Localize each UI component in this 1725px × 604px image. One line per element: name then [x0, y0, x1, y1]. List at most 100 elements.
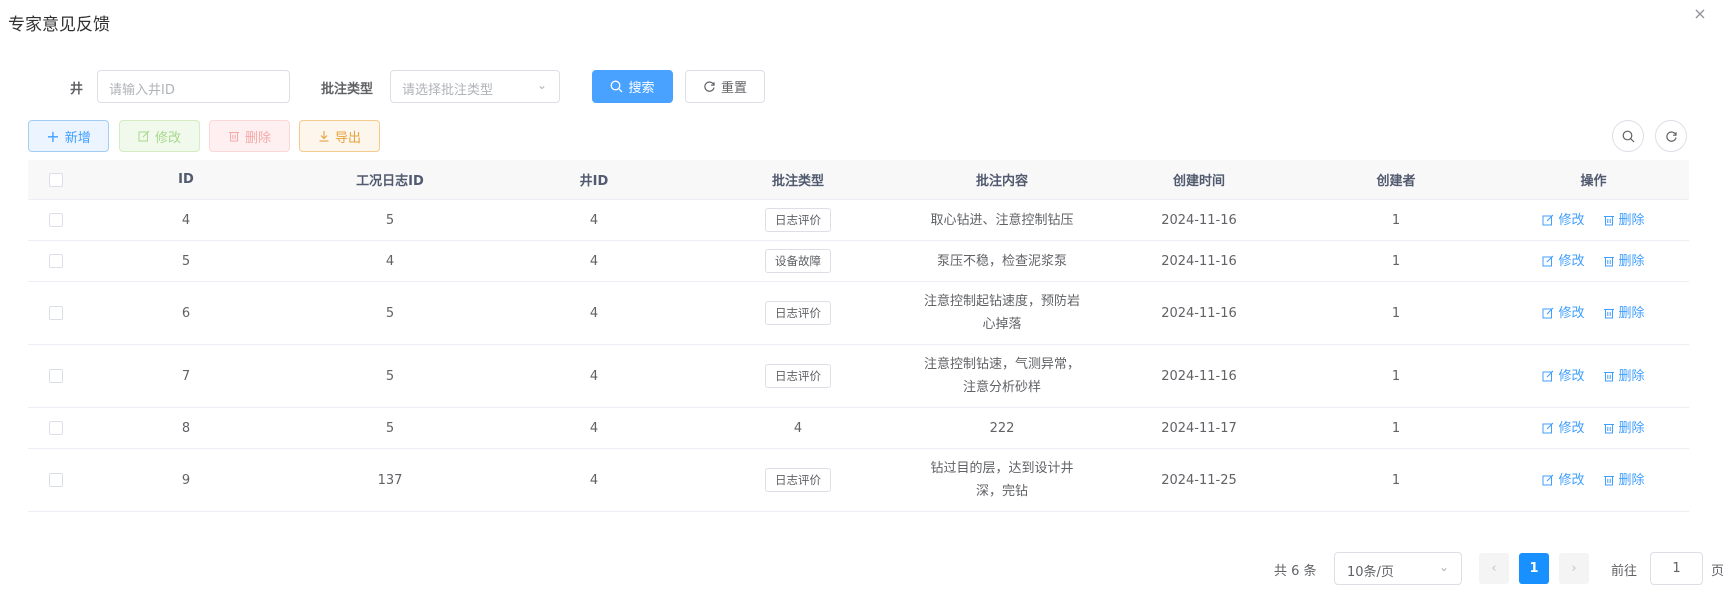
search-icon	[611, 80, 623, 93]
cell-well-id: 4	[589, 212, 599, 228]
type-tag: 日志评价	[765, 301, 831, 325]
cell-log-id: 5	[385, 212, 395, 228]
row-delete-link[interactable]: 删除	[1603, 302, 1645, 325]
header-type: 批注类型	[771, 174, 824, 189]
table-header: ID 工况日志ID 井ID 批注类型 批注内容 创建时间 创建者 操作	[28, 160, 1689, 200]
row-delete-label: 删除	[1618, 305, 1645, 321]
cell-log-id: 5	[385, 305, 395, 321]
cell-creator: 1	[1391, 253, 1401, 269]
annotation-type-placeholder: 请选择批注类型	[402, 83, 494, 98]
cell-content: 取心钻进、注意控制钻压	[930, 212, 1074, 228]
row-checkbox[interactable]	[49, 369, 63, 383]
export-button-label: 导出	[334, 130, 361, 146]
select-all-cell	[28, 172, 84, 187]
cell-log-id: 5	[385, 368, 395, 384]
trash-icon	[1603, 372, 1614, 382]
edit-icon	[138, 130, 150, 142]
add-button-label: 新增	[64, 130, 91, 146]
search-icon	[1622, 130, 1634, 142]
trash-icon	[1603, 309, 1614, 319]
goto-page-input[interactable]: 1	[1650, 552, 1703, 585]
row-delete-link[interactable]: 删除	[1603, 469, 1645, 492]
row-delete-label: 删除	[1618, 420, 1645, 436]
row-delete-link[interactable]: 删除	[1603, 209, 1645, 232]
cell-created: 2024-11-16	[1161, 305, 1237, 321]
cell-content: 222	[989, 420, 1015, 436]
cell-well-id: 4	[589, 368, 599, 384]
cell-log-id: 4	[385, 253, 395, 269]
cell-id: 4	[181, 212, 191, 228]
dialog-title: 专家意见反馈	[8, 15, 110, 35]
cell-content: 注意控制钻速，气测异常，注意分析砂样	[924, 357, 1081, 395]
row-delete-link[interactable]: 删除	[1603, 250, 1645, 273]
prev-page-button[interactable]: ‹	[1479, 553, 1509, 584]
row-edit-label: 修改	[1558, 212, 1585, 228]
type-tag: 日志评价	[765, 468, 831, 492]
type-tag: 设备故障	[765, 249, 831, 273]
row-edit-link[interactable]: 修改	[1542, 417, 1585, 440]
row-edit-link[interactable]: 修改	[1542, 250, 1585, 273]
next-page-button[interactable]: ›	[1559, 553, 1589, 584]
search-button-label: 搜索	[628, 81, 655, 96]
cell-well-id: 4	[589, 305, 599, 321]
delete-button-label: 删除	[244, 130, 271, 146]
well-id-input[interactable]: 请输入井ID	[97, 70, 290, 103]
cell-creator: 1	[1391, 420, 1401, 436]
page-number-current[interactable]: 1	[1519, 553, 1549, 584]
row-edit-link[interactable]: 修改	[1542, 469, 1585, 492]
header-creator: 创建者	[1376, 174, 1416, 189]
table-row: 9 137 4 日志评价 钻过目的层，达到设计井深，完钻 2024-11-25 …	[28, 449, 1689, 512]
cell-content: 钻过目的层，达到设计井深，完钻	[930, 461, 1074, 499]
cell-id: 6	[181, 305, 191, 321]
cell-creator: 1	[1391, 305, 1401, 321]
row-delete-label: 删除	[1618, 212, 1645, 228]
feedback-table: ID 工况日志ID 井ID 批注类型 批注内容 创建时间 创建者 操作 4 5 …	[28, 160, 1689, 512]
cell-well-id: 4	[589, 472, 599, 488]
export-button[interactable]: 导出	[299, 120, 380, 152]
annotation-type-select[interactable]: 请选择批注类型 ⌄	[390, 70, 560, 103]
cell-type: 4	[793, 420, 803, 436]
edit-icon	[1542, 214, 1554, 226]
cell-created: 2024-11-16	[1161, 212, 1237, 228]
chevron-left-icon: ‹	[1491, 561, 1497, 576]
row-checkbox[interactable]	[49, 306, 63, 320]
search-button[interactable]: 搜索	[592, 70, 673, 103]
row-checkbox[interactable]	[49, 254, 63, 268]
cell-creator: 1	[1391, 212, 1401, 228]
row-edit-link[interactable]: 修改	[1542, 302, 1585, 325]
pagination-total: 共 6 条	[1274, 564, 1317, 579]
type-tag: 日志评价	[765, 364, 831, 388]
cell-created: 2024-11-17	[1161, 420, 1237, 436]
page-unit-label: 页	[1711, 564, 1725, 579]
delete-button[interactable]: 删除	[209, 120, 290, 152]
reset-button[interactable]: 重置	[685, 70, 765, 103]
toggle-search-button[interactable]	[1612, 120, 1644, 152]
trash-icon	[1603, 424, 1614, 434]
row-edit-link[interactable]: 修改	[1542, 209, 1585, 232]
row-delete-link[interactable]: 删除	[1603, 365, 1645, 388]
edit-button[interactable]: 修改	[119, 120, 200, 152]
refresh-table-button[interactable]	[1655, 120, 1687, 152]
edit-icon	[1542, 370, 1554, 382]
table-row: 5 4 4 设备故障 泵压不稳，检查泥浆泵 2024-11-16 1 修改 删除	[28, 241, 1689, 282]
row-edit-link[interactable]: 修改	[1542, 365, 1585, 388]
close-icon[interactable]: ×	[1692, 6, 1708, 22]
row-delete-label: 删除	[1618, 368, 1645, 384]
cell-creator: 1	[1391, 368, 1401, 384]
cell-well-id: 4	[589, 253, 599, 269]
row-edit-label: 修改	[1558, 420, 1585, 436]
row-delete-link[interactable]: 删除	[1603, 417, 1645, 440]
row-checkbox[interactable]	[49, 421, 63, 435]
row-delete-label: 删除	[1618, 253, 1645, 269]
row-checkbox[interactable]	[49, 213, 63, 227]
cell-id: 8	[181, 420, 191, 436]
table-row: 4 5 4 日志评价 取心钻进、注意控制钻压 2024-11-16 1 修改 删…	[28, 200, 1689, 241]
page-size-select[interactable]: 10条/页 ⌄	[1334, 552, 1462, 585]
trash-icon	[228, 132, 239, 142]
select-all-checkbox[interactable]	[49, 172, 63, 187]
add-button[interactable]: + 新增	[28, 120, 109, 152]
header-log-id: 工况日志ID	[356, 174, 424, 189]
row-checkbox[interactable]	[49, 473, 63, 487]
chevron-down-icon: ⌄	[536, 78, 547, 92]
header-well-id: 井ID	[579, 174, 609, 189]
